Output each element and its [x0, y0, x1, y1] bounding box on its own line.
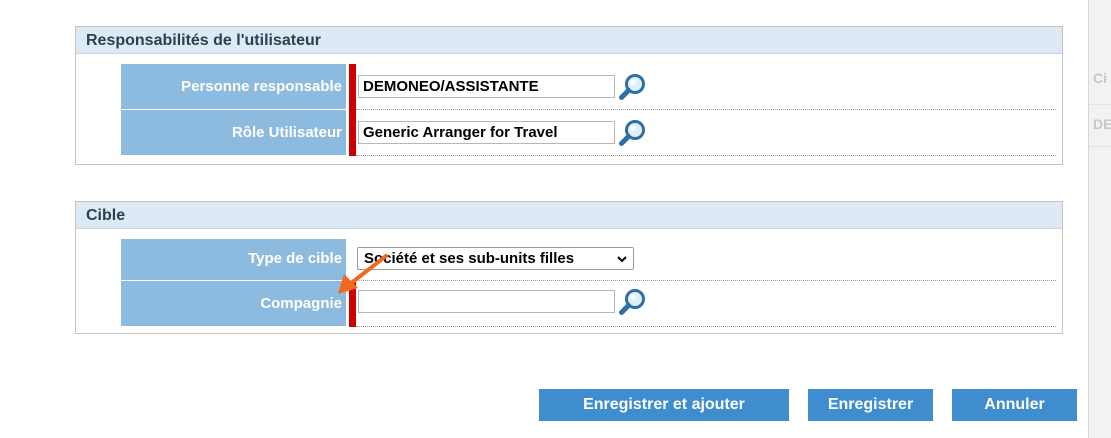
responsible-person-input[interactable]: [358, 75, 615, 98]
company-row: Compagnie: [121, 281, 1056, 327]
dialog: Responsabilités de l'utilisateur Personn…: [0, 0, 1089, 438]
background-divider: [1089, 104, 1111, 105]
required-marker: [349, 64, 356, 110]
required-marker: [349, 110, 356, 156]
cancel-button[interactable]: Annuler: [952, 389, 1077, 421]
background-divider: [1089, 146, 1111, 147]
target-title: Cible: [76, 202, 1062, 229]
target-panel: Cible Type de cible Société et ses sub-u…: [75, 201, 1063, 334]
row-separator: [356, 155, 1056, 156]
responsible-person-row: Personne responsable: [121, 64, 1056, 110]
target-type-label: Type de cible: [121, 239, 346, 281]
background-text: DE: [1093, 116, 1111, 132]
row-separator: [356, 326, 1056, 327]
magnifier-icon[interactable]: [618, 118, 648, 148]
user-role-label: Rôle Utilisateur: [121, 110, 346, 156]
responsibilities-title: Responsabilités de l'utilisateur: [76, 27, 1062, 54]
chevron-down-icon: [617, 256, 627, 263]
user-role-input[interactable]: [358, 121, 615, 144]
save-button[interactable]: Enregistrer: [808, 389, 933, 421]
magnifier-icon[interactable]: [618, 287, 648, 317]
background-page-strip: Ci DE: [1089, 0, 1111, 438]
user-role-row: Rôle Utilisateur: [121, 110, 1056, 156]
save-and-add-button[interactable]: Enregistrer et ajouter: [539, 389, 789, 421]
responsible-person-label: Personne responsable: [121, 64, 346, 110]
background-text: Ci: [1093, 70, 1107, 86]
target-type-row: Type de cible Société et ses sub-units f…: [121, 239, 1056, 281]
responsibilities-panel: Responsabilités de l'utilisateur Personn…: [75, 26, 1063, 165]
company-label: Compagnie: [121, 281, 346, 327]
magnifier-icon[interactable]: [618, 72, 648, 102]
annotation-arrow-icon: [338, 254, 388, 294]
